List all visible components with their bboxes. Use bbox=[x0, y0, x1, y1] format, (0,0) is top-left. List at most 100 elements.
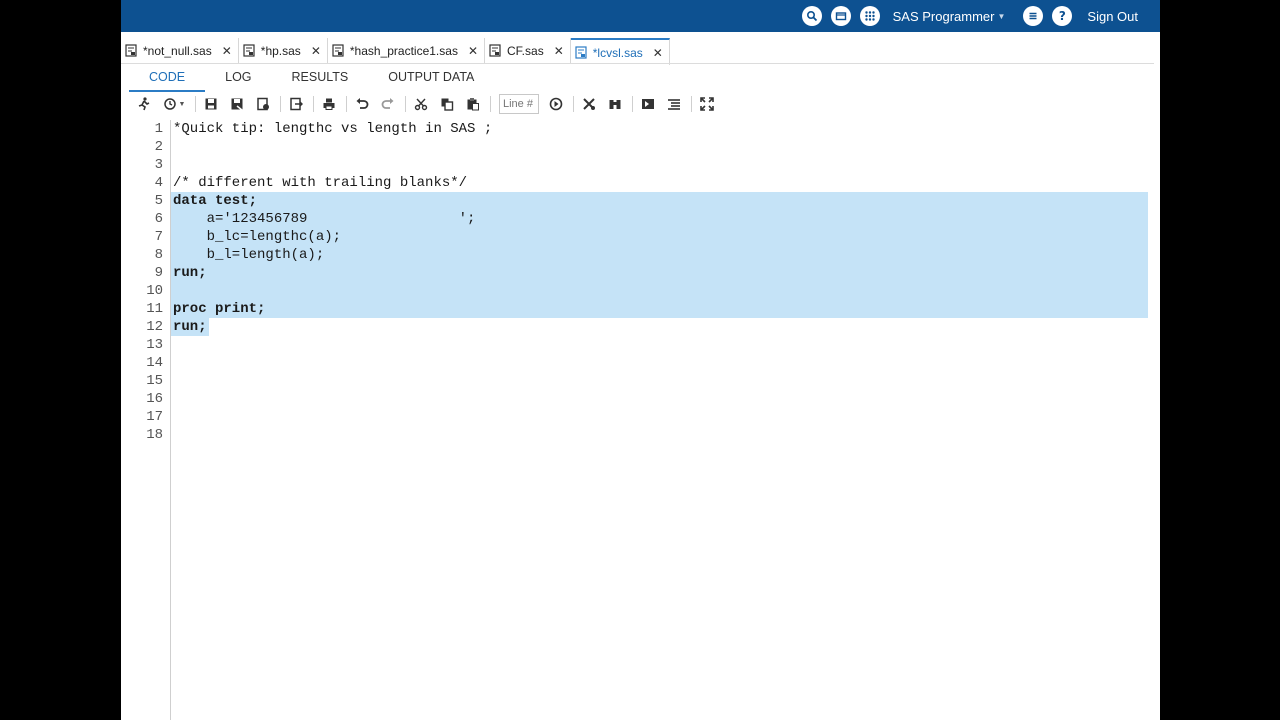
code-line: 13 bbox=[121, 336, 1148, 354]
code-line-selected: 11 proc print; bbox=[121, 300, 1148, 318]
toolbar-separator bbox=[573, 96, 574, 112]
line-number: 13 bbox=[146, 337, 163, 353]
apps-grid-icon[interactable] bbox=[859, 6, 880, 26]
line-number: 2 bbox=[154, 139, 163, 155]
code-text[interactable]: b_lc=lengthc(a); bbox=[173, 228, 341, 246]
line-number: 6 bbox=[154, 211, 163, 227]
code-text[interactable]: run; bbox=[173, 318, 207, 336]
maximize-icon[interactable] bbox=[698, 95, 716, 113]
code-line: 3 bbox=[121, 156, 1148, 174]
code-line: 1 *Quick tip: lengthc vs length in SAS ; bbox=[121, 120, 1148, 138]
file-tab-active[interactable]: *lcvsl.sas ✕ bbox=[570, 38, 670, 65]
tab-code[interactable]: CODE bbox=[129, 64, 206, 92]
code-line: 17 bbox=[121, 408, 1148, 426]
user-name: SAS Programmer bbox=[892, 8, 995, 24]
code-line: 15 bbox=[121, 372, 1148, 390]
file-tab[interactable]: *hp.sas ✕ bbox=[239, 38, 328, 63]
toolbar-separator bbox=[632, 96, 633, 112]
code-text[interactable]: /* different with trailing blanks*/ bbox=[173, 174, 467, 192]
menu-icon[interactable] bbox=[1023, 6, 1044, 26]
file-tab-bar: *not_null.sas ✕ *hp.sas ✕ *hash_practice… bbox=[121, 38, 670, 65]
clear-code-icon[interactable] bbox=[580, 95, 598, 113]
selection-highlight bbox=[171, 264, 1148, 282]
toolbar-separator bbox=[405, 96, 406, 112]
code-text[interactable]: data test; bbox=[173, 192, 257, 210]
code-editor[interactable]: 1 *Quick tip: lengthc vs length in SAS ;… bbox=[121, 120, 1154, 720]
code-line-selected: 7 b_lc=lengthc(a); bbox=[121, 228, 1148, 246]
paste-icon[interactable] bbox=[464, 95, 482, 113]
code-text[interactable]: b_l=length(a); bbox=[173, 246, 325, 264]
code-line-selected: 5 data test; bbox=[121, 192, 1148, 210]
go-to-line-icon[interactable] bbox=[547, 95, 565, 113]
top-bar-actions: SAS Programmer ▼ ? Sign Out bbox=[801, 0, 1160, 32]
print-icon[interactable] bbox=[320, 95, 338, 113]
code-line: 18 bbox=[121, 426, 1148, 444]
toolbar-separator bbox=[490, 96, 491, 112]
undo-icon[interactable] bbox=[353, 95, 371, 113]
redo-icon[interactable] bbox=[379, 95, 397, 113]
find-icon[interactable] bbox=[606, 95, 624, 113]
line-number: 15 bbox=[146, 373, 163, 389]
run-icon[interactable] bbox=[135, 95, 153, 113]
chevron-down-icon: ▼ bbox=[997, 11, 1006, 21]
line-number: 10 bbox=[146, 283, 163, 299]
save-icon[interactable] bbox=[202, 95, 220, 113]
help-icon[interactable]: ? bbox=[1052, 6, 1073, 26]
selection-highlight bbox=[171, 300, 1148, 318]
code-line: 16 bbox=[121, 390, 1148, 408]
sas-program-icon bbox=[125, 44, 137, 57]
export-icon[interactable] bbox=[287, 95, 305, 113]
close-icon[interactable]: ✕ bbox=[653, 46, 663, 60]
close-icon[interactable]: ✕ bbox=[468, 44, 478, 58]
line-number: 9 bbox=[154, 265, 163, 281]
tab-output-data[interactable]: OUTPUT DATA bbox=[368, 64, 494, 90]
close-icon[interactable]: ✕ bbox=[311, 44, 321, 58]
file-tab-label: *lcvsl.sas bbox=[592, 45, 643, 60]
toolbar-separator bbox=[195, 96, 196, 112]
line-number: 8 bbox=[154, 247, 163, 263]
selection-highlight bbox=[171, 282, 1148, 300]
file-tab-label: *hash_practice1.sas bbox=[349, 43, 458, 58]
line-number: 17 bbox=[146, 409, 163, 425]
code-line: 12 run; bbox=[121, 318, 1148, 336]
line-number: 3 bbox=[154, 157, 163, 173]
top-bar: SAS Programmer ▼ ? Sign Out bbox=[121, 0, 1160, 32]
tab-results[interactable]: RESULTS bbox=[272, 64, 369, 90]
code-text[interactable]: proc print; bbox=[173, 300, 265, 318]
file-tab-label: CF.sas bbox=[507, 43, 544, 58]
user-menu[interactable]: SAS Programmer ▼ bbox=[893, 9, 1006, 24]
code-text[interactable]: a='123456789 '; bbox=[173, 210, 476, 228]
file-tab[interactable]: CF.sas ✕ bbox=[485, 38, 571, 63]
search-icon[interactable] bbox=[801, 6, 822, 26]
toolbar-separator bbox=[313, 96, 314, 112]
indent-icon[interactable] bbox=[639, 95, 657, 113]
line-number: 18 bbox=[146, 427, 163, 443]
close-icon[interactable]: ✕ bbox=[554, 44, 564, 58]
format-code-icon[interactable] bbox=[665, 95, 683, 113]
code-line-selected: 10 bbox=[121, 282, 1148, 300]
tab-log[interactable]: LOG bbox=[205, 64, 271, 90]
sas-program-icon bbox=[243, 44, 255, 57]
sas-program-icon bbox=[575, 46, 587, 59]
code-line: 14 bbox=[121, 354, 1148, 372]
editor-toolbar: ▼ bbox=[135, 93, 724, 115]
cut-icon[interactable] bbox=[412, 95, 430, 113]
save-all-icon[interactable] bbox=[254, 95, 272, 113]
sas-program-icon bbox=[332, 44, 344, 57]
code-line: 2 bbox=[121, 138, 1148, 156]
folder-icon[interactable] bbox=[830, 6, 851, 26]
code-line-selected: 8 b_l=length(a); bbox=[121, 246, 1148, 264]
code-text[interactable]: *Quick tip: lengthc vs length in SAS ; bbox=[173, 120, 492, 138]
history-icon[interactable]: ▼ bbox=[161, 95, 187, 113]
close-icon[interactable]: ✕ bbox=[222, 44, 232, 58]
sign-out-link[interactable]: Sign Out bbox=[1087, 9, 1138, 24]
code-text[interactable]: run; bbox=[173, 264, 207, 282]
toolbar-separator bbox=[346, 96, 347, 112]
file-tab[interactable]: *hash_practice1.sas ✕ bbox=[328, 38, 486, 63]
line-number: 1 bbox=[154, 121, 163, 137]
save-as-icon[interactable] bbox=[228, 95, 246, 113]
line-number: 11 bbox=[146, 301, 163, 317]
copy-icon[interactable] bbox=[438, 95, 456, 113]
file-tab[interactable]: *not_null.sas ✕ bbox=[121, 38, 239, 63]
go-to-line-input[interactable] bbox=[499, 94, 539, 114]
